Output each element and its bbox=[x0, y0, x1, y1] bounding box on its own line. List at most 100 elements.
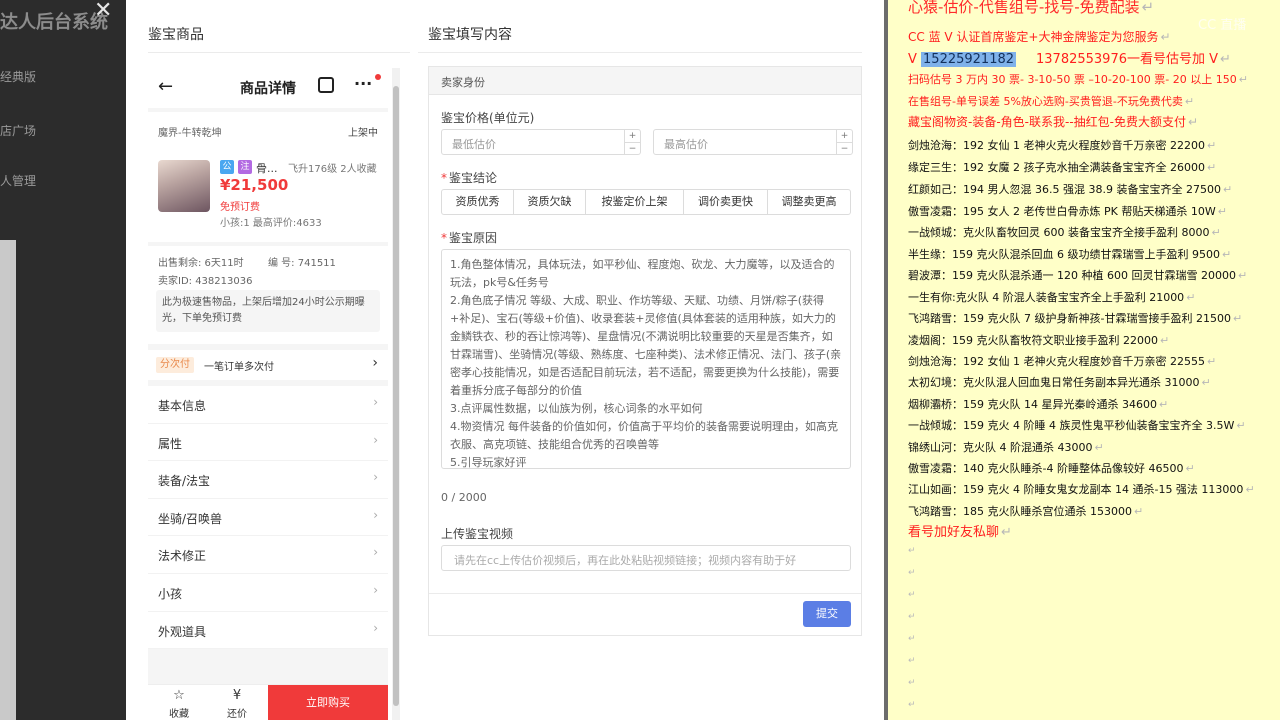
bargain-label: 还价 bbox=[227, 709, 247, 720]
submit-button[interactable]: 提交 bbox=[803, 601, 851, 627]
backdrop-row-plaza: 店广场 bbox=[0, 124, 37, 138]
screen: 达人后台系统 经典版 店广场 人管理 ✕ 鉴宝商品 鉴宝填写内容 ← 商品详情 … bbox=[0, 0, 1280, 720]
video-link-input[interactable]: 请先在cc上传估价视频后，再在此处粘贴视频链接；视频内容有助于好 bbox=[441, 545, 851, 571]
product-card: 魔界-牛转乾坤 上架中 公 注 骨... 飞升176级 2人收藏 ¥21,500… bbox=[148, 112, 388, 242]
listing-line: 碧波潭：159 克火队混杀通一 120 种植 600 回灵甘霖瑞雪 20000 ↵ bbox=[908, 269, 1248, 282]
backdrop-panel bbox=[0, 240, 16, 720]
listing-status: 上架中 bbox=[348, 128, 378, 139]
seller-identity-header: 卖家身份 bbox=[429, 67, 861, 95]
menu-item-mounts[interactable]: 坐骑/召唤兽 › bbox=[148, 499, 388, 537]
reason-label: 鉴宝原因 bbox=[441, 229, 497, 246]
reason-textarea[interactable]: 1.角色整体情况，具体玩法，如平秒仙、程度炮、砍龙、大力魔等，以及适合的玩法，p… bbox=[441, 249, 851, 469]
chevron-right-icon: › bbox=[372, 355, 378, 371]
backdrop-title: 达人后台系统 bbox=[0, 12, 108, 33]
reason-placeholder-line: 5.引导玩家好评 bbox=[450, 456, 527, 469]
listing-line: 红颜如己：194 男人忽混 36.5 强混 38.9 装备宝宝齐全 27500 ↵ bbox=[908, 183, 1233, 196]
appraisal-form: 卖家身份 鉴宝价格(单位元) 最低估价 + − 最高估价 + − 鉴宝结论 资质… bbox=[428, 66, 862, 636]
char-count: 0 / 2000 bbox=[441, 491, 487, 504]
chevron-right-icon: › bbox=[373, 507, 378, 522]
video-placeholder: 请先在cc上传估价视频后，再在此处粘贴视频链接；视频内容有助于好 bbox=[454, 554, 797, 567]
child-info: 小孩:1 最高评价:4633 bbox=[220, 218, 322, 229]
installment-row[interactable]: 分次付 一笔订单多次付 › bbox=[148, 350, 388, 380]
chevron-right-icon: › bbox=[373, 582, 378, 597]
preview-scrollbar[interactable] bbox=[392, 68, 400, 720]
decrement-icon[interactable]: − bbox=[624, 142, 640, 154]
conclusion-sell-higher[interactable]: 调整卖更高 bbox=[768, 190, 850, 214]
appraisal-modal: 鉴宝商品 鉴宝填写内容 ← 商品详情 ··· 魔界-牛转乾坤 上架中 公 注 骨… bbox=[126, 0, 884, 720]
product-price: ¥21,500 bbox=[220, 176, 289, 194]
listing-line: 一生有你:克火队 4 阶混人装备宝宝齐全上手盈利 21000 ↵ bbox=[908, 291, 1196, 304]
paragraph-mark: ↵ bbox=[908, 590, 916, 600]
increment-icon[interactable]: + bbox=[836, 130, 852, 142]
stream-text-overlay: CC 直播 心猿-估价-代售组号-找号-免费配装 ↵ CC 蓝 V 认证首席鉴定+… bbox=[888, 0, 1280, 720]
backdrop-row-classic: 经典版 bbox=[0, 70, 37, 84]
overlay-services-line: 在售组号-单号误差 5%放心选购-买贵管退-不玩免费代卖 ↵ bbox=[908, 95, 1195, 108]
conclusion-excellent[interactable]: 资质优秀 bbox=[442, 190, 514, 214]
product-preview-phone: ← 商品详情 ··· 魔界-牛转乾坤 上架中 公 注 骨... 飞升176级 2… bbox=[148, 68, 388, 720]
paragraph-mark: ↵ bbox=[908, 700, 916, 710]
conclusion-lacking[interactable]: 资质欠缺 bbox=[514, 190, 586, 214]
menu-item-label: 法术修正 bbox=[158, 549, 207, 564]
listing-line: 剑烛沧海：192 女仙 1 老神火克火程度妙音千万亲密 22200 ↵ bbox=[908, 139, 1217, 152]
paragraph-mark: ↵ bbox=[908, 612, 916, 622]
overlay-cc-line: CC 蓝 V 认证首席鉴定+大神金牌鉴定为您服务 ↵ bbox=[908, 30, 1171, 44]
menu-item-attributes[interactable]: 属性 › bbox=[148, 424, 388, 462]
seller-identity-label: 卖家身份 bbox=[441, 76, 485, 89]
paragraph-mark: ↵ bbox=[908, 568, 916, 578]
listing-line: 锦绣山河：克火队 4 阶混通杀 43000 ↵ bbox=[908, 441, 1104, 454]
share-icon[interactable] bbox=[318, 77, 334, 93]
decrement-icon[interactable]: − bbox=[836, 142, 852, 154]
right-title-divider bbox=[418, 52, 862, 53]
overlay-footer: 看号加好友私聊 ↵ bbox=[908, 525, 1012, 540]
menu-item-basic-info[interactable]: 基本信息 › bbox=[148, 386, 388, 424]
overlay-pricing-line: 扫码估号 3 万内 30 票- 3-10-50 票 –10-20-100 票- … bbox=[908, 73, 1248, 86]
menu-item-label: 装备/法宝 bbox=[158, 474, 211, 489]
menu-item-spell-correction[interactable]: 法术修正 › bbox=[148, 536, 388, 574]
bargain-button[interactable]: ¥ 还价 bbox=[208, 687, 266, 720]
chevron-right-icon: › bbox=[373, 432, 378, 447]
listing-line: 烟柳灞桥：159 克火队 14 星异光秦岭通杀 34600 ↵ bbox=[908, 398, 1169, 411]
right-column-title: 鉴宝填写内容 bbox=[428, 27, 512, 43]
favorite-label: 收藏 bbox=[169, 709, 189, 720]
character-level: 飞升176级 2人收藏 bbox=[288, 164, 377, 175]
star-icon: ☆ bbox=[173, 688, 185, 703]
server-name: 魔界-牛转乾坤 bbox=[158, 128, 222, 139]
max-price-placeholder: 最高估价 bbox=[664, 138, 708, 151]
chevron-right-icon: › bbox=[373, 545, 378, 560]
reason-placeholder-line: 3.点评属性数据，以仙族为例，核心词条的水平如何 bbox=[450, 402, 703, 415]
max-price-input[interactable]: 最高估价 + − bbox=[653, 129, 853, 155]
scrollbar-thumb[interactable] bbox=[393, 86, 399, 706]
video-label: 上传鉴宝视频 bbox=[441, 527, 514, 541]
overlay-phone-line: V 15225921182 13782553976一看号估号加 V ↵ bbox=[908, 52, 1231, 67]
close-icon[interactable]: ✕ bbox=[94, 0, 112, 23]
buy-now-button[interactable]: 立即购买 bbox=[268, 685, 388, 720]
menu-item-appearance[interactable]: 外观道具 › bbox=[148, 612, 388, 650]
menu-item-label: 属性 bbox=[158, 436, 183, 451]
increment-icon[interactable]: + bbox=[624, 130, 640, 142]
free-order-label: 免预订费 bbox=[220, 202, 260, 213]
product-meta: 出售剩余: 6天11时 编 号: 741511 卖家ID: 438213036 … bbox=[148, 246, 388, 344]
min-price-input[interactable]: 最低估价 + − bbox=[441, 129, 641, 155]
conclusion-sell-faster[interactable]: 调价卖更快 bbox=[684, 190, 768, 214]
favorite-button[interactable]: ☆ 收藏 bbox=[150, 687, 208, 720]
conclusion-list-at-price[interactable]: 按鉴定价上架 bbox=[586, 190, 684, 214]
menu-item-equipment[interactable]: 装备/法宝 › bbox=[148, 461, 388, 499]
product-header-title: 商品详情 bbox=[240, 81, 296, 97]
menu-item-label: 外观道具 bbox=[158, 624, 207, 639]
listing-line: 凌烟阁：159 克火队畜牧符文职业接手盈利 22000 ↵ bbox=[908, 334, 1170, 347]
chevron-right-icon: › bbox=[373, 395, 378, 409]
more-icon[interactable]: ··· bbox=[354, 74, 372, 93]
installment-text: 一笔订单多次付 bbox=[204, 362, 274, 373]
watermark: CC 直播 bbox=[1198, 18, 1247, 33]
overlay-headline: 心猿-估价-代售组号-找号-免费配装 ↵ bbox=[908, 0, 1155, 16]
price-label: 鉴宝价格(单位元) bbox=[441, 111, 535, 125]
min-price-placeholder: 最低估价 bbox=[452, 138, 496, 151]
serial-number: 编 号: 741511 bbox=[268, 258, 336, 269]
reason-placeholder-line: 4.物资情况 每件装备的价值如何，价值高于平均价的装备需要说明理由，如高克衣服、… bbox=[450, 420, 838, 451]
chevron-right-icon: › bbox=[373, 620, 378, 635]
reason-placeholder-line: 2.角色底子情况 等级、大成、职业、作坊等级、天赋、功绩、月饼/粽子(获得+补足… bbox=[450, 294, 842, 397]
installment-badge: 分次付 bbox=[156, 357, 194, 373]
listing-line: 缘定三生：192 女魔 2 孩子克水抽全满装备宝宝齐全 26000 ↵ bbox=[908, 161, 1217, 174]
menu-item-child[interactable]: 小孩 › bbox=[148, 574, 388, 612]
paragraph-mark: ↵ bbox=[908, 634, 916, 644]
